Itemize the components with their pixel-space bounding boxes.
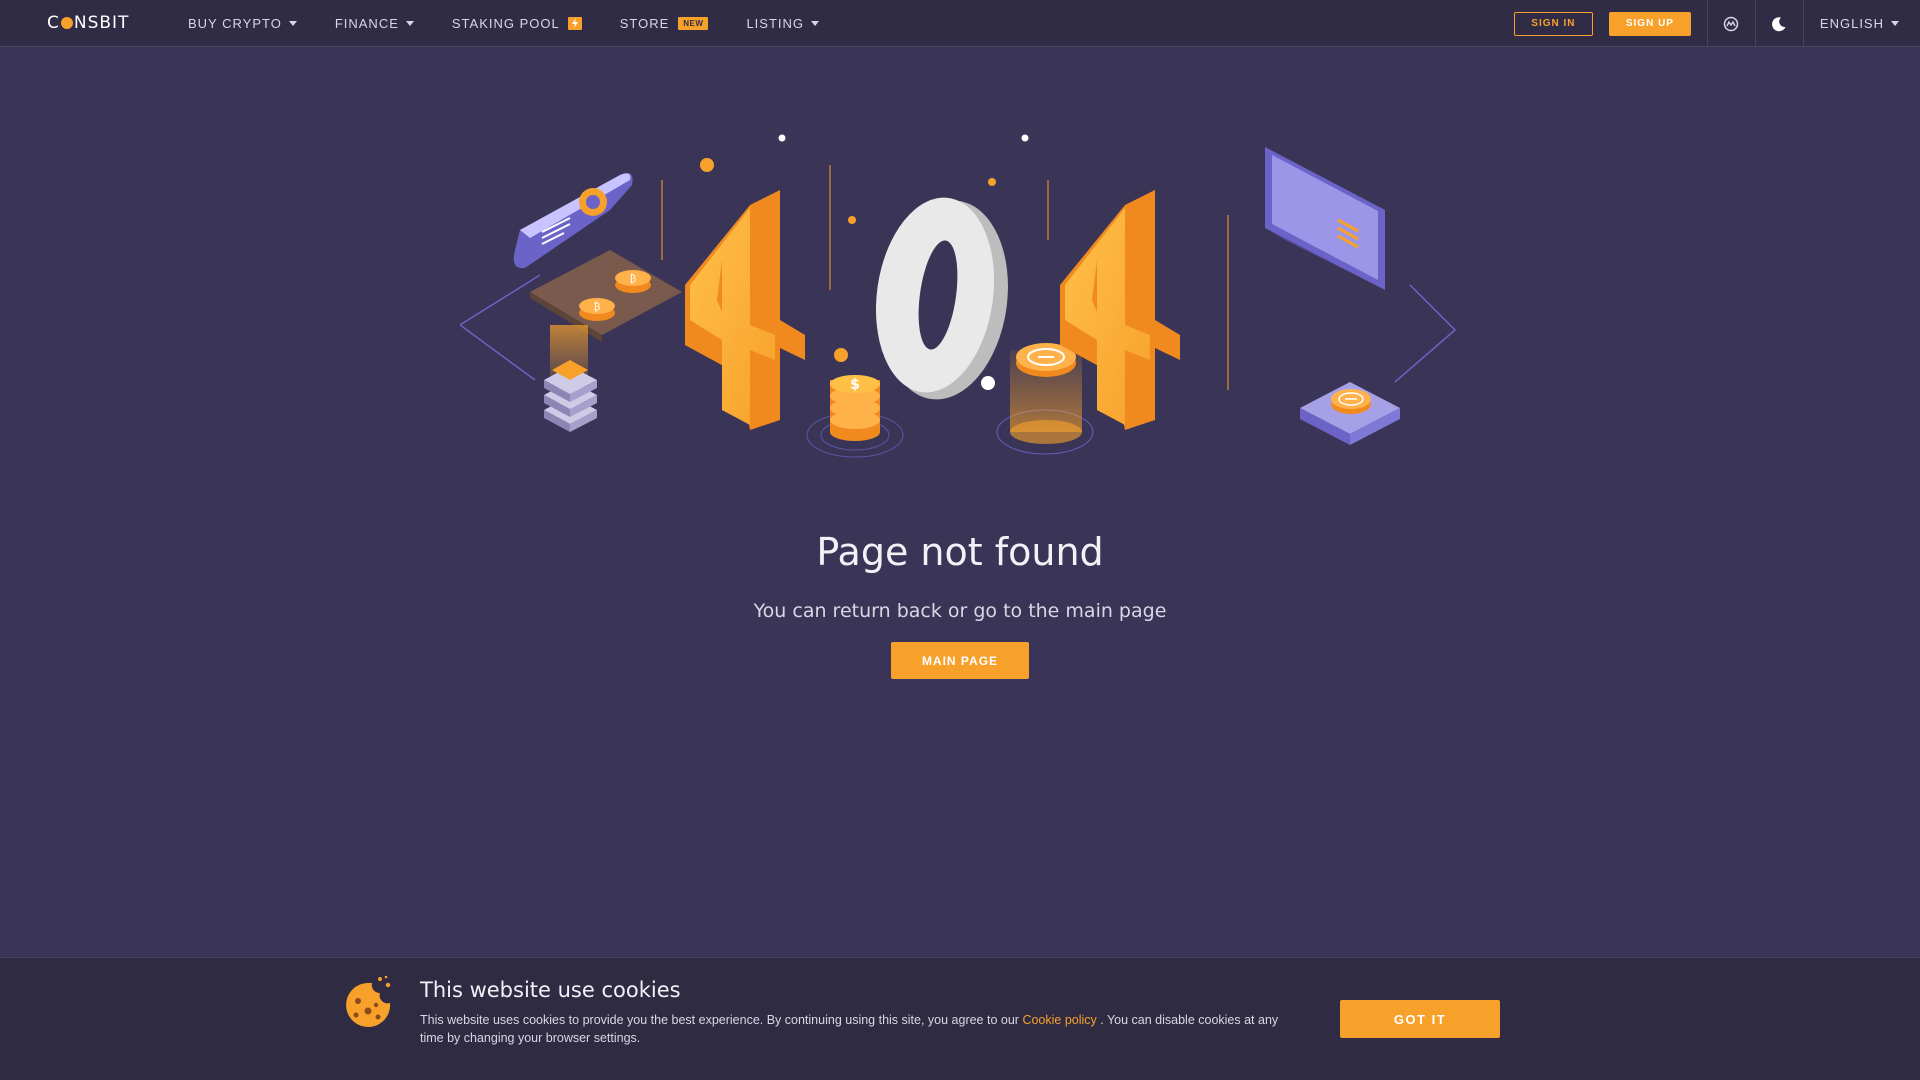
caret-down-icon — [288, 20, 297, 26]
coinmarket-icon — [1724, 16, 1739, 31]
header-actions: SIGN IN SIGN UP ENGLISH — [1513, 0, 1920, 47]
connector-line-left — [460, 274, 541, 381]
nav-listing-label: LISTING — [746, 15, 805, 31]
digit-zero — [875, 197, 1008, 400]
svg-text:$: $ — [850, 377, 860, 393]
nav-finance[interactable]: FINANCE — [335, 0, 414, 47]
consbit-logo[interactable]: C NSBIT — [47, 13, 139, 33]
nav-finance-label: FINANCE — [334, 15, 399, 31]
logo-coin-icon — [60, 17, 73, 29]
cookie-policy-link[interactable]: Cookie policy — [1022, 1013, 1096, 1027]
cookie-text: This website uses cookies to provide you… — [420, 1011, 1300, 1047]
digit-four-left — [685, 190, 805, 430]
caret-down-icon — [1891, 21, 1899, 26]
new-badge: NEW — [678, 16, 709, 30]
sign-up-button[interactable]: SIGN UP — [1608, 11, 1691, 36]
main-page-button[interactable]: MAIN PAGE — [891, 642, 1029, 679]
language-selector[interactable]: ENGLISH — [1802, 0, 1920, 47]
coin-tile-icon — [1300, 382, 1400, 445]
page-title: Page not found — [816, 530, 1104, 574]
logo-prefix: C — [47, 13, 60, 33]
sign-in-button[interactable]: SIGN IN — [1513, 11, 1593, 36]
nav-staking-pool[interactable]: STAKING POOL — [452, 0, 582, 47]
logo-suffix: NSBIT — [73, 13, 130, 33]
caret-down-icon — [811, 20, 820, 26]
cylinder-coin-icon — [1010, 343, 1082, 444]
bolt-icon — [567, 16, 582, 30]
cookie-banner: This website use cookies This website us… — [0, 957, 1920, 1080]
main-nav: BUY CRYPTO FINANCE STAKING POOL STORE NE… — [188, 0, 857, 47]
nav-buy-crypto-label: BUY CRYPTO — [188, 15, 282, 31]
svg-text:₿: ₿ — [594, 301, 601, 313]
got-it-button[interactable]: GOT IT — [1340, 1000, 1500, 1038]
connector-line-right — [1394, 284, 1457, 383]
page-subtitle: You can return back or go to the main pa… — [753, 600, 1167, 622]
nav-store-label: STORE — [619, 15, 670, 31]
cookie-text-before: This website uses cookies to provide you… — [420, 1013, 1023, 1027]
language-label: ENGLISH — [1819, 16, 1884, 31]
cookie-title: This website use cookies — [420, 978, 681, 1002]
top-navbar: C NSBIT BUY CRYPTO FINANCE STAKING POOL … — [0, 0, 1920, 47]
nav-staking-pool-label: STAKING POOL — [451, 15, 560, 31]
svg-text:₿: ₿ — [630, 273, 637, 285]
nav-buy-crypto[interactable]: BUY CRYPTO — [188, 0, 297, 47]
nav-store[interactable]: STORE NEW — [620, 0, 709, 47]
cookie-icon — [346, 975, 391, 1027]
nav-listing[interactable]: LISTING — [746, 0, 820, 47]
caret-down-icon — [405, 20, 414, 26]
moon-icon — [1772, 16, 1786, 31]
404-illustration: ₿ ₿ $ — [460, 134, 1457, 458]
dollar-coin-stack-icon: $ — [830, 375, 880, 441]
theme-toggle[interactable] — [1754, 0, 1803, 47]
coinmarket-toggle[interactable] — [1706, 0, 1755, 47]
